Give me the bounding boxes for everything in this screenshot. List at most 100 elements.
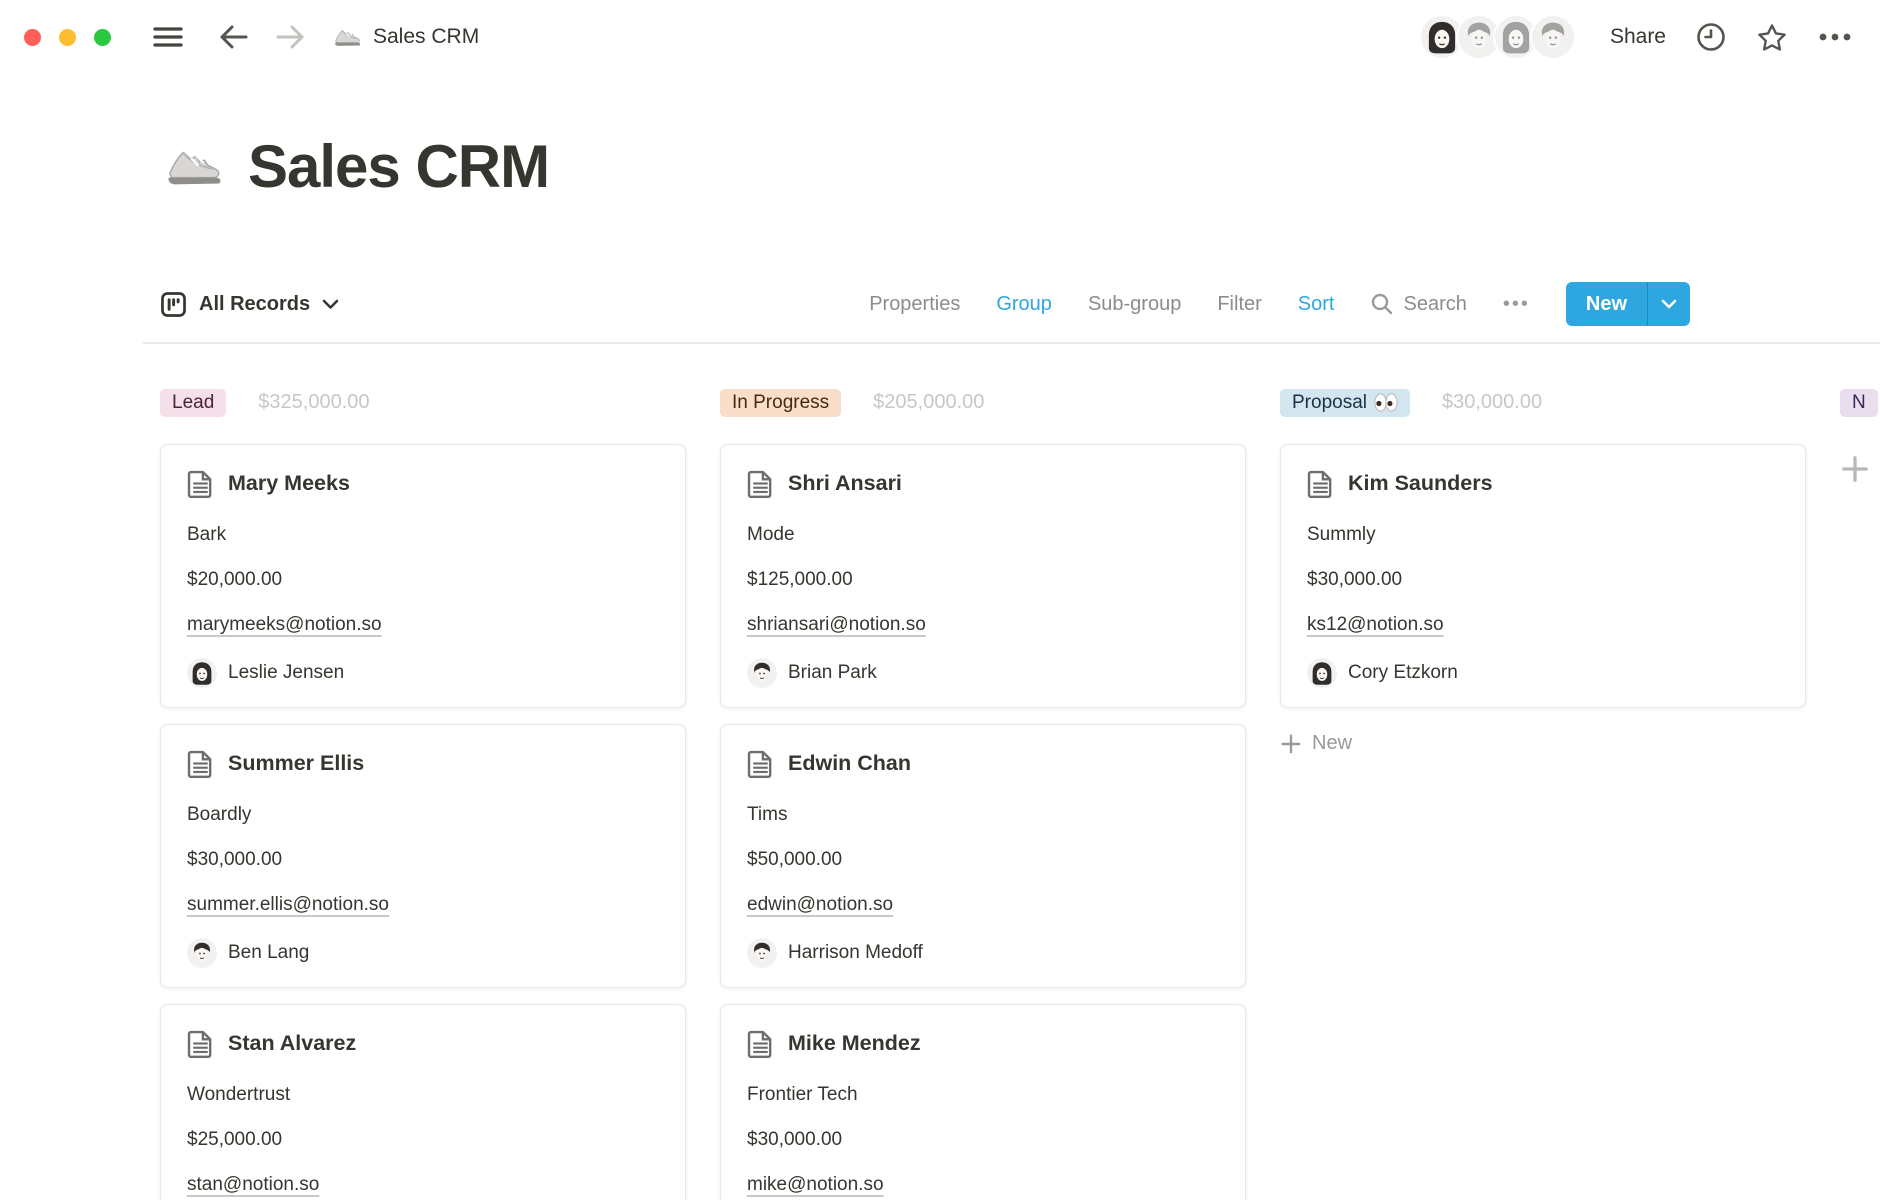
card-email[interactable]: mike@notion.so bbox=[747, 1172, 1219, 1198]
card-amount: $25,000.00 bbox=[187, 1127, 659, 1153]
new-button-chevron-icon[interactable] bbox=[1647, 282, 1690, 326]
page-document-icon bbox=[187, 1029, 214, 1058]
collaborator-avatars[interactable] bbox=[1419, 14, 1576, 60]
owner-name: Cory Etzkorn bbox=[1348, 662, 1458, 684]
new-record-button[interactable]: New bbox=[1566, 282, 1690, 326]
page-document-icon bbox=[747, 749, 774, 778]
record-card-stan-alvarez[interactable]: Stan AlvarezWondertrust$25,000.00stan@no… bbox=[160, 1004, 686, 1200]
toolbar-item-properties[interactable]: Properties bbox=[869, 293, 960, 316]
kanban-board: Lead$325,000.00 Mary MeeksBark$20,000.00… bbox=[160, 387, 1880, 1200]
man-avatar-icon bbox=[747, 938, 777, 968]
search-icon bbox=[1370, 292, 1394, 316]
updates-clock-icon[interactable] bbox=[1696, 22, 1726, 52]
close-window-button[interactable] bbox=[24, 29, 41, 46]
app-window: Sales CRM Share bbox=[0, 0, 1880, 1200]
status-badge-label: Proposal bbox=[1292, 392, 1367, 414]
more-options-icon[interactable] bbox=[1818, 32, 1852, 42]
running-shoe-page-icon[interactable] bbox=[160, 135, 222, 197]
board-column-in-progress: In Progress$205,000.00 Shri AnsariMode$1… bbox=[720, 387, 1246, 1200]
card-amount: $50,000.00 bbox=[747, 847, 1219, 873]
board-column-n: N bbox=[1840, 387, 1880, 487]
status-badge-label: In Progress bbox=[732, 392, 829, 414]
page-title: Sales CRM bbox=[248, 132, 549, 201]
card-company: Summly bbox=[1307, 522, 1779, 548]
search-button[interactable]: Search bbox=[1370, 292, 1466, 316]
status-badge[interactable]: Lead bbox=[160, 389, 226, 417]
toolbar-item-filter[interactable]: Filter bbox=[1217, 293, 1261, 316]
toolbar-item-sort[interactable]: Sort bbox=[1298, 293, 1335, 316]
new-button-label: New bbox=[1566, 282, 1647, 326]
card-title: Mike Mendez bbox=[788, 1031, 921, 1056]
minimize-window-button[interactable] bbox=[59, 29, 76, 46]
owner-name: Brian Park bbox=[788, 662, 877, 684]
column-header: Lead $325,000.00 bbox=[160, 387, 686, 418]
view-name: All Records bbox=[199, 293, 310, 316]
page-document-icon bbox=[747, 469, 774, 498]
card-title: Edwin Chan bbox=[788, 751, 911, 776]
record-card-shri-ansari[interactable]: Shri AnsariMode$125,000.00shriansari@not… bbox=[720, 444, 1246, 708]
card-company: Boardly bbox=[187, 802, 659, 828]
card-email[interactable]: marymeeks@notion.so bbox=[187, 612, 659, 638]
view-switcher[interactable]: All Records bbox=[160, 291, 339, 318]
card-email[interactable]: ks12@notion.so bbox=[1307, 612, 1779, 638]
card-title: Kim Saunders bbox=[1348, 471, 1493, 496]
back-arrow-icon[interactable] bbox=[219, 24, 249, 50]
card-amount: $125,000.00 bbox=[747, 567, 1219, 593]
page-header: Sales CRM bbox=[160, 130, 1880, 202]
record-card-edwin-chan[interactable]: Edwin ChanTims$50,000.00edwin@notion.so … bbox=[720, 724, 1246, 988]
forward-arrow-icon[interactable] bbox=[275, 24, 305, 50]
status-badge[interactable]: In Progress bbox=[720, 389, 841, 417]
card-amount: $30,000.00 bbox=[1307, 567, 1779, 593]
card-owner: Leslie Jensen bbox=[187, 657, 659, 689]
breadcrumb-title: Sales CRM bbox=[373, 25, 479, 49]
board-view-icon bbox=[160, 291, 187, 318]
man-avatar-icon bbox=[747, 658, 777, 688]
status-badge[interactable]: Proposal bbox=[1280, 389, 1410, 417]
toolbar-item-group[interactable]: Group bbox=[996, 293, 1052, 316]
column-header: N bbox=[1840, 387, 1880, 418]
column-header: Proposal $30,000.00 bbox=[1280, 387, 1806, 418]
search-label: Search bbox=[1403, 293, 1466, 316]
woman-avatar-icon bbox=[187, 658, 217, 688]
card-company: Wondertrust bbox=[187, 1082, 659, 1108]
page-document-icon bbox=[187, 749, 214, 778]
owner-name: Ben Lang bbox=[228, 942, 309, 964]
window-titlebar: Sales CRM Share bbox=[0, 0, 1880, 74]
man-avatar-icon bbox=[187, 938, 217, 968]
add-card-plus-icon[interactable] bbox=[1840, 454, 1870, 487]
card-email[interactable]: stan@notion.so bbox=[187, 1172, 659, 1198]
view-options-icon[interactable]: ••• bbox=[1503, 293, 1530, 316]
status-badge[interactable]: N bbox=[1840, 389, 1878, 417]
running-shoe-icon bbox=[331, 22, 361, 52]
new-row-label: New bbox=[1312, 732, 1352, 755]
status-badge-label: N bbox=[1852, 392, 1866, 414]
record-card-mike-mendez[interactable]: Mike MendezFrontier Tech$30,000.00mike@n… bbox=[720, 1004, 1246, 1200]
breadcrumb[interactable]: Sales CRM bbox=[331, 22, 479, 52]
favorite-star-icon[interactable] bbox=[1756, 22, 1788, 53]
column-sum: $30,000.00 bbox=[1442, 391, 1542, 414]
status-badge-label: Lead bbox=[172, 392, 214, 414]
card-company: Frontier Tech bbox=[747, 1082, 1219, 1108]
card-owner: Cory Etzkorn bbox=[1307, 657, 1779, 689]
sidebar-menu-icon[interactable] bbox=[153, 25, 183, 49]
toolbar-divider bbox=[143, 342, 1880, 344]
record-card-summer-ellis[interactable]: Summer EllisBoardly$30,000.00summer.elli… bbox=[160, 724, 686, 988]
card-email[interactable]: summer.ellis@notion.so bbox=[187, 892, 659, 918]
card-company: Bark bbox=[187, 522, 659, 548]
zoom-window-button[interactable] bbox=[94, 29, 111, 46]
record-card-mary-meeks[interactable]: Mary MeeksBark$20,000.00marymeeks@notion… bbox=[160, 444, 686, 708]
chevron-down-icon bbox=[322, 299, 339, 310]
card-email[interactable]: edwin@notion.so bbox=[747, 892, 1219, 918]
column-header: In Progress$205,000.00 bbox=[720, 387, 1246, 418]
card-title: Summer Ellis bbox=[228, 751, 364, 776]
owner-name: Leslie Jensen bbox=[228, 662, 344, 684]
card-amount: $20,000.00 bbox=[187, 567, 659, 593]
add-card-new-button[interactable]: New bbox=[1280, 732, 1352, 755]
share-button[interactable]: Share bbox=[1610, 25, 1666, 49]
record-card-kim-saunders[interactable]: Kim Saunders Summly $30,000.00 ks12@notion.… bbox=[1280, 444, 1806, 708]
view-toolbar: All Records Properties Group Sub-group Filt… bbox=[160, 282, 1690, 326]
column-sum: $325,000.00 bbox=[258, 391, 369, 414]
card-email[interactable]: shriansari@notion.so bbox=[747, 612, 1219, 638]
user-avatar-4[interactable] bbox=[1530, 14, 1576, 60]
toolbar-item-sub-group[interactable]: Sub-group bbox=[1088, 293, 1181, 316]
